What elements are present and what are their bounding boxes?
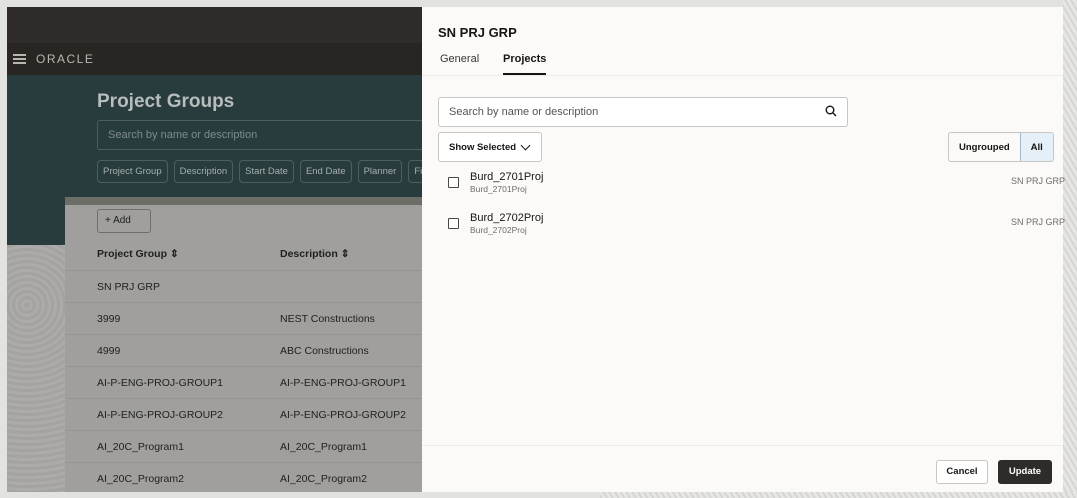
cell-description: AI_20C_Program2: [280, 473, 367, 485]
top-bar: [7, 7, 422, 43]
project-groups-table: + Add Project Group ⇕ Description ⇕ SN P…: [65, 197, 422, 492]
table-row[interactable]: AI-P-ENG-PROJ-GROUP2 AI-P-ENG-PROJ-GROUP2: [65, 398, 422, 430]
search-placeholder: Search by name or description: [449, 106, 599, 118]
project-search-input[interactable]: Search by name or description: [438, 97, 848, 127]
column-label: Project Group: [97, 248, 168, 260]
footer-divider: [422, 445, 1063, 446]
chevron-down-icon: [520, 140, 531, 151]
drawer-title: SN PRJ GRP: [438, 25, 517, 40]
cell-description: ABC Constructions: [280, 345, 369, 357]
edit-project-group-drawer: SN PRJ GRP General Projects Search by na…: [422, 7, 1065, 492]
project-list-item: Burd_2701Proj Burd_2701Proj SN PRJ GRP: [446, 171, 1065, 201]
plus-icon: +: [105, 215, 114, 226]
search-icon[interactable]: [825, 105, 837, 117]
cell-project-group: 3999: [97, 313, 121, 325]
segment-all[interactable]: All: [1019, 133, 1053, 161]
column-label: Description: [280, 248, 338, 260]
project-description: Burd_2702Proj: [470, 225, 527, 235]
tab-general[interactable]: General: [440, 53, 479, 73]
table-row[interactable]: 4999 ABC Constructions: [65, 334, 422, 366]
sort-icon[interactable]: ⇕: [170, 248, 179, 260]
segment-ungrouped[interactable]: Ungrouped: [949, 133, 1020, 161]
filter-chip-planner[interactable]: Planner: [357, 160, 403, 183]
add-button[interactable]: + Add: [97, 209, 151, 233]
tab-projects[interactable]: Projects: [503, 53, 547, 75]
project-group: SN PRJ GRP: [1010, 176, 1065, 186]
project-list-item: Burd_2702Proj Burd_2702Proj SN PRJ GRP: [446, 212, 1065, 242]
project-checkbox[interactable]: [448, 177, 459, 188]
search-input[interactable]: Search by name or description: [97, 120, 422, 150]
project-description: Burd_2701Proj: [470, 184, 527, 194]
show-selected-dropdown[interactable]: Show Selected: [438, 132, 542, 162]
sort-icon[interactable]: ⇕: [341, 248, 350, 260]
update-button[interactable]: Update: [998, 460, 1052, 484]
nav-bar: ORACLE: [7, 43, 422, 75]
cell-project-group: SN PRJ GRP: [97, 281, 161, 293]
cell-project-group: AI_20C_Program1: [97, 441, 184, 453]
hamburger-menu-icon[interactable]: [13, 54, 26, 64]
table-row[interactable]: SN PRJ GRP: [65, 270, 422, 302]
project-group: SN PRJ GRP: [1010, 217, 1065, 227]
cell-project-group: 4999: [97, 345, 121, 357]
card-banner: [65, 197, 422, 205]
cell-project-group: AI_20C_Program2: [97, 473, 184, 485]
table-row[interactable]: 3999 NEST Constructions: [65, 302, 422, 334]
filter-chip-end-date[interactable]: End Date: [299, 160, 352, 183]
add-label: Add: [113, 215, 131, 226]
page-title: Project Groups: [97, 91, 235, 112]
background-pattern: [1063, 0, 1077, 498]
project-name: Burd_2702Proj: [470, 212, 544, 224]
grouping-toggle: Ungrouped All: [948, 132, 1054, 162]
table-row[interactable]: AI_20C_Program2 AI_20C_Program2: [65, 462, 422, 492]
filter-chip-description[interactable]: Description: [173, 160, 234, 183]
column-header-description[interactable]: Description ⇕: [280, 248, 350, 260]
background-pattern: [600, 492, 1077, 498]
table-header: Project Group ⇕ Description ⇕: [65, 243, 422, 263]
cancel-button[interactable]: Cancel: [936, 460, 988, 484]
cell-description: AI-P-ENG-PROJ-GROUP2: [280, 409, 407, 421]
cell-project-group: AI-P-ENG-PROJ-GROUP1: [97, 377, 224, 389]
oracle-logo[interactable]: ORACLE: [36, 52, 94, 66]
cell-description: AI_20C_Program1: [280, 441, 367, 453]
project-name: Burd_2701Proj: [470, 171, 544, 183]
dropdown-label: Show Selected: [449, 142, 517, 153]
project-groups-page: ORACLE Project Groups Search by name or …: [7, 7, 422, 492]
filter-chip-start-date[interactable]: Start Date: [239, 160, 294, 183]
cell-description: NEST Constructions: [280, 313, 375, 325]
background-pattern: [7, 245, 65, 492]
table-row[interactable]: AI-P-ENG-PROJ-GROUP1 AI-P-ENG-PROJ-GROUP1: [65, 366, 422, 398]
filter-chips: Project Group Description Start Date End…: [97, 160, 422, 183]
table-row[interactable]: AI_20C_Program1 AI_20C_Program1: [65, 430, 422, 462]
filter-chip-filters[interactable]: Filt: [408, 160, 422, 183]
project-checkbox[interactable]: [448, 218, 459, 229]
divider: [422, 75, 1063, 76]
cell-project-group: AI-P-ENG-PROJ-GROUP2: [97, 409, 224, 421]
column-header-project-group[interactable]: Project Group ⇕: [97, 248, 179, 260]
cell-description: AI-P-ENG-PROJ-GROUP1: [280, 377, 407, 389]
filter-chip-project-group[interactable]: Project Group: [97, 160, 168, 183]
